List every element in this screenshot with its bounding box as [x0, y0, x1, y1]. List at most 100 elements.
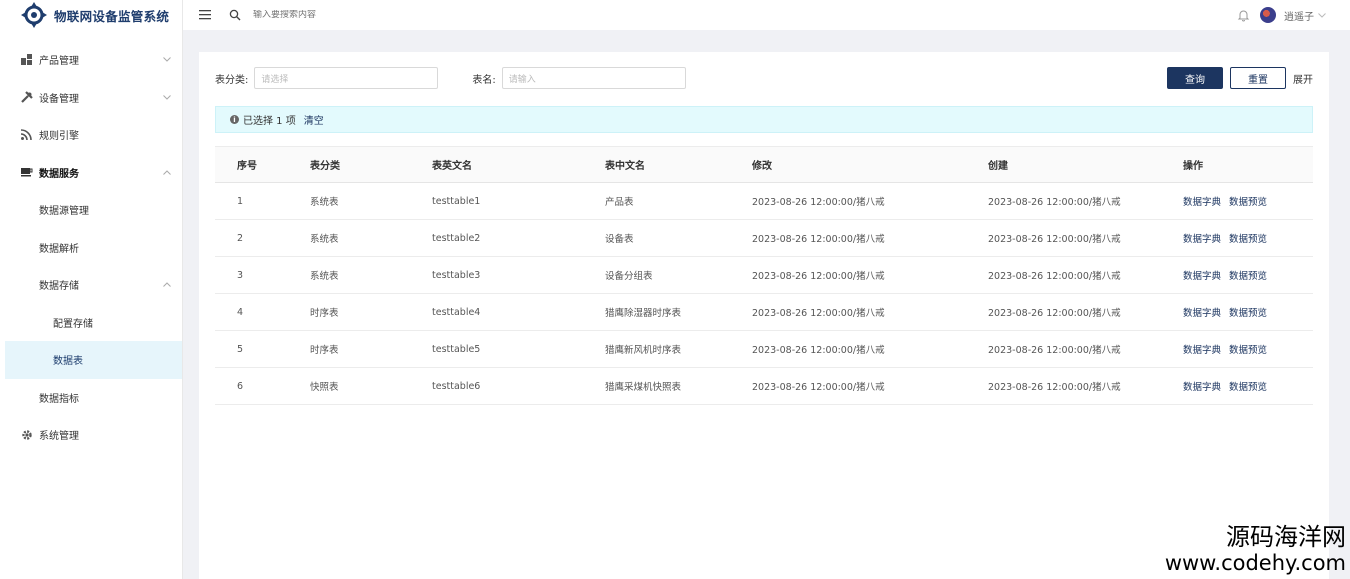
filter-category: 表分类: 请选择: [215, 67, 439, 89]
table-cell: 6: [237, 380, 244, 392]
bell-icon[interactable]: [1237, 9, 1250, 22]
gear-icon: [20, 428, 33, 441]
row-actions: 数据字典 数据预览: [1183, 194, 1313, 208]
clear-selection-link[interactable]: 清空: [304, 112, 324, 127]
data-preview-link[interactable]: 数据预览: [1229, 231, 1267, 245]
sidebar-item-data-parse[interactable]: 数据解析: [0, 229, 182, 267]
table-cell: 5: [237, 343, 244, 355]
table-cell: 时序表: [310, 308, 339, 319]
search-input[interactable]: [253, 10, 553, 20]
sidebar-item-data-metrics[interactable]: 数据指标: [0, 379, 182, 417]
table-cell: testtable4: [432, 306, 481, 318]
rss-icon: [20, 128, 33, 141]
query-button[interactable]: 查询: [1167, 67, 1223, 89]
sidebar-item-data-storage[interactable]: 数据存储: [0, 266, 182, 304]
watermark: 源码海洋网 www.codehy.com: [1165, 523, 1346, 575]
table-cell: 猎鹰采煤机快照表: [605, 382, 682, 393]
table-cell: testtable3: [432, 269, 481, 281]
table-cell: 猎鹰新风机时序表: [605, 345, 682, 356]
sidebar-item-config-storage[interactable]: 配置存储: [0, 304, 182, 342]
data-dict-link[interactable]: 数据字典: [1183, 194, 1221, 208]
name-input[interactable]: 请输入: [501, 67, 686, 89]
data-dict-link[interactable]: 数据字典: [1183, 342, 1221, 356]
sidebar-item-system[interactable]: 系统管理: [0, 416, 182, 454]
sidebar-item-data-table[interactable]: 数据表: [5, 341, 182, 379]
data-dict-link[interactable]: 数据字典: [1183, 379, 1221, 393]
filter-buttons: 查询 重置 展开: [1167, 67, 1313, 89]
data-preview-link[interactable]: 数据预览: [1229, 342, 1267, 356]
filter-name: 表名: 请输入: [472, 67, 686, 89]
sidebar-item-label: 设备管理: [39, 93, 79, 105]
sidebar-item-label: 数据存储: [39, 281, 79, 293]
category-label: 表分类:: [215, 74, 249, 86]
data-dict-link[interactable]: 数据字典: [1183, 268, 1221, 282]
row-actions: 数据字典 数据预览: [1183, 342, 1313, 356]
data-preview-link[interactable]: 数据预览: [1229, 268, 1267, 282]
chevron-down-icon[interactable]: [1318, 10, 1326, 21]
sidebar-item-label: 产品管理: [39, 56, 79, 68]
row-actions: 数据字典 数据预览: [1183, 305, 1313, 319]
table-cell: 系统表: [310, 197, 339, 208]
sidebar-item-label: 数据解析: [39, 243, 79, 255]
menu-toggle-icon[interactable]: [199, 9, 213, 21]
table-cell: 2023-08-26 12:00:00/猪八戒: [752, 308, 885, 319]
column-header[interactable]: 序号: [215, 157, 310, 172]
chevron-up-icon: [162, 280, 172, 290]
sidebar-nav: 产品管理 设备管理 规则引擎 数据服务 数据源管理 数据解析 数据存储 配置存储…: [0, 41, 182, 454]
table-cell: 2023-08-26 12:00:00/猪八戒: [988, 345, 1121, 356]
sidebar-item-data-service[interactable]: 数据服务: [0, 154, 182, 192]
watermark-line1: 源码海洋网: [1226, 523, 1346, 551]
data-dict-link[interactable]: 数据字典: [1183, 305, 1221, 319]
table-cell: 1: [237, 195, 244, 207]
watermark-line2: www.codehy.com: [1164, 551, 1346, 575]
data-preview-link[interactable]: 数据预览: [1229, 305, 1267, 319]
table-row[interactable]: 6 快照表 testtable6 猎鹰采煤机快照表 2023-08-26 12:00:0…: [215, 368, 1313, 405]
table-row[interactable]: 4 时序表 testtable4 猎鹰除湿器时序表 2023-08-26 12:00:0…: [215, 294, 1313, 331]
brand[interactable]: 物联网设备监管系统: [0, 0, 182, 30]
name-label: 表名:: [472, 74, 496, 86]
sidebar-item-product[interactable]: 产品管理: [0, 41, 182, 79]
category-select[interactable]: 请选择: [254, 67, 439, 89]
table-row[interactable]: 1 系统表 testtable1 产品表 2023-08-26 12:00:00/猪八戒…: [215, 183, 1313, 220]
sidebar-item-label: 数据服务: [39, 168, 79, 180]
data-preview-link[interactable]: 数据预览: [1229, 194, 1267, 208]
table-cell: testtable5: [432, 343, 481, 355]
info-icon: i: [230, 115, 239, 124]
data-dict-link[interactable]: 数据字典: [1183, 231, 1221, 245]
username[interactable]: 逍遥子: [1284, 8, 1314, 23]
product-icon: [20, 53, 33, 66]
app-title: 物联网设备监管系统: [54, 8, 170, 24]
table-cell: 3: [237, 269, 244, 281]
table-cell: 2023-08-26 12:00:00/猪八戒: [988, 308, 1121, 319]
chevron-down-icon: [162, 92, 172, 102]
table-cell: 系统表: [310, 234, 339, 245]
sidebar-item-datasource[interactable]: 数据源管理: [0, 191, 182, 229]
sidebar-item-device[interactable]: 设备管理: [0, 79, 182, 117]
column-header[interactable]: 修改: [752, 157, 988, 172]
selection-count: 已选择 1 项: [243, 116, 296, 127]
search-icon[interactable]: [229, 9, 241, 21]
column-header[interactable]: 表中文名: [605, 157, 752, 172]
main-card: 表分类: 请选择 表名: 请输入 查询 重置 展开 i 已选择 1 项 清空 序…: [199, 52, 1329, 579]
row-actions: 数据字典 数据预览: [1183, 379, 1313, 393]
table-row[interactable]: 5 时序表 testtable5 猎鹰新风机时序表 2023-08-26 12:00:0…: [215, 331, 1313, 368]
table-row[interactable]: 3 系统表 testtable3 设备分组表 2023-08-26 12:00:00/猪…: [215, 257, 1313, 294]
selection-alert: i 已选择 1 项 清空: [215, 106, 1313, 133]
table-cell: 2: [237, 232, 244, 244]
column-header[interactable]: 表分类: [310, 157, 432, 172]
sidebar-item-label: 数据表: [53, 356, 83, 368]
column-header[interactable]: 创建: [988, 157, 1183, 172]
table-row[interactable]: 2 系统表 testtable2 设备表 2023-08-26 12:00:00/猪八戒…: [215, 220, 1313, 257]
expand-link[interactable]: 展开: [1293, 71, 1313, 86]
table-cell: 2023-08-26 12:00:00/猪八戒: [988, 234, 1121, 245]
column-header[interactable]: 表英文名: [432, 157, 605, 172]
row-actions: 数据字典 数据预览: [1183, 231, 1313, 245]
data-preview-link[interactable]: 数据预览: [1229, 379, 1267, 393]
table-header-row: 序号 表分类 表英文名 表中文名 修改 创建 操作: [215, 146, 1313, 183]
table-cell: 系统表: [310, 271, 339, 282]
reset-button[interactable]: 重置: [1230, 67, 1286, 89]
column-header: 操作: [1183, 161, 1203, 172]
sidebar-item-rules[interactable]: 规则引擎: [0, 116, 182, 154]
table-cell: 2023-08-26 12:00:00/猪八戒: [988, 271, 1121, 282]
avatar[interactable]: [1260, 7, 1276, 23]
